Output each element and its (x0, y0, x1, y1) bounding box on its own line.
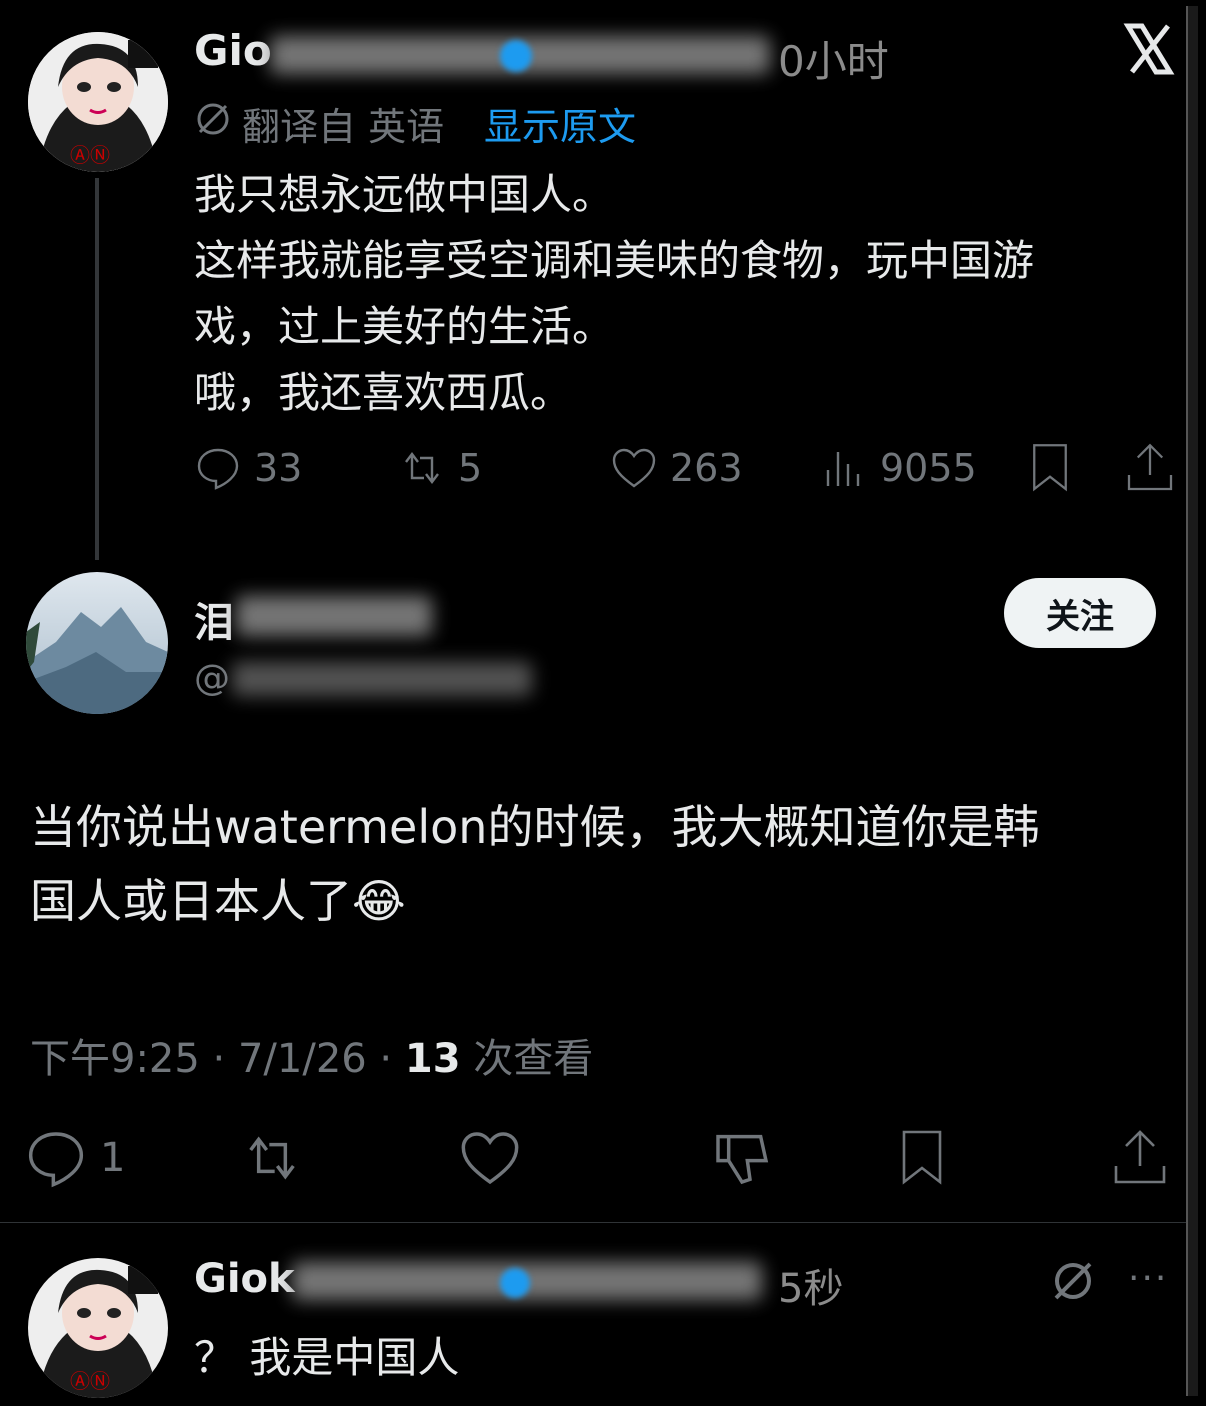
redacted-name (236, 596, 432, 636)
author-name[interactable]: Giok (194, 1256, 295, 1302)
follow-button[interactable]: 关注 (1004, 578, 1156, 648)
reply-icon (197, 448, 239, 490)
views-count: 9055 (880, 446, 977, 490)
avatar[interactable]: ⒶⓃ (28, 32, 168, 172)
repost-icon (249, 1136, 295, 1180)
reply-button[interactable]: 1 (24, 1126, 125, 1190)
post-time[interactable]: 0小时 (778, 28, 889, 89)
post-line: 当你说出watermelon的时候，我大概知道你是韩 (30, 800, 1040, 854)
share-button[interactable] (1122, 440, 1178, 500)
post-3: ⒶⓃ Giok 5秒 ··· ？ 我是中国人 (0, 1224, 1206, 1406)
translate-icon (194, 100, 232, 138)
post-line-text: 国人或日本人了 (30, 874, 352, 928)
like-icon (612, 448, 656, 488)
avatar[interactable]: ⒶⓃ (28, 1258, 168, 1398)
reply-count: 1 (100, 1135, 126, 1181)
x-logo-icon[interactable] (1122, 22, 1176, 76)
repost-icon (405, 452, 439, 484)
post-line: 戏，过上美好的生活。 (194, 302, 615, 351)
share-icon (1127, 443, 1173, 491)
post-time[interactable]: 5秒 (778, 1256, 843, 1314)
translated-from: 翻译自 英语 (242, 105, 445, 149)
post-2: 泪 @ 关注 当你说出watermelon的时候，我大概知道你是韩 国人或日本人… (0, 560, 1206, 1220)
dislike-icon (716, 1134, 769, 1185)
redacted-handle (232, 662, 532, 696)
repost-count: 5 (458, 446, 483, 490)
avatar-image: ⒶⓃ (28, 1258, 168, 1398)
reply-text: ？ 我是中国人 (194, 1333, 460, 1382)
reply-count: 33 (254, 446, 303, 490)
more-icon[interactable]: ··· (1128, 1258, 1168, 1299)
like-icon (461, 1132, 519, 1185)
author-name[interactable]: Gio (194, 26, 272, 75)
post-body: 当你说出watermelon的时候，我大概知道你是韩 国人或日本人了😂 (30, 790, 1180, 938)
thread-line (95, 178, 99, 560)
translate-icon[interactable] (1050, 1258, 1096, 1304)
show-original-link[interactable]: 显示原文 (484, 96, 636, 151)
avatar-image: ⒶⓃ (28, 32, 168, 172)
post-line: 哦，我还喜欢西瓜。 (194, 368, 573, 417)
follow-label: 关注 (1046, 596, 1114, 637)
views-icon (826, 452, 860, 486)
like-count: 263 (670, 446, 743, 490)
repost-button[interactable] (240, 1126, 304, 1194)
post-body: 我只想永远做中国人。 这样我就能享受空调和美味的食物，玩中国游 戏，过上美好的生… (194, 162, 1174, 426)
meta-view-label: 次查看 (460, 1036, 594, 1082)
reply-icon (28, 1132, 84, 1188)
verified-icon (500, 40, 532, 72)
meta-time[interactable]: 下午9:25 · 7/1/26 · (30, 1036, 405, 1082)
like-button[interactable]: 263 (610, 444, 743, 492)
bookmark-icon (1033, 444, 1067, 492)
repost-button[interactable]: 5 (398, 444, 482, 492)
post-1: ⒶⓃ Gio 0小时 翻译自 英语 显示原文 我只想永远做中国人。 这样我就能享… (0, 0, 1206, 1396)
author-handle[interactable]: @ (194, 658, 230, 699)
post-line: 我只想永远做中国人。 (194, 170, 615, 219)
svg-text:ⒶⓃ: ⒶⓃ (70, 1370, 110, 1393)
divider (0, 1222, 1186, 1223)
laughing-emoji: 😂 (352, 874, 406, 928)
bookmark-button[interactable] (890, 1126, 954, 1194)
svg-text:ⒶⓃ: ⒶⓃ (70, 144, 110, 167)
share-icon (1114, 1130, 1166, 1184)
avatar[interactable] (26, 572, 168, 714)
post-line: 国人或日本人了😂 (30, 864, 1180, 938)
dislike-button[interactable] (710, 1126, 774, 1194)
bookmark-icon (902, 1130, 942, 1185)
reply-button[interactable]: 33 (194, 444, 302, 492)
views-button[interactable]: 9055 (820, 444, 977, 492)
bookmark-button[interactable] (1022, 440, 1078, 500)
post-line: 这样我就能享受空调和美味的食物，玩中国游 (194, 236, 1035, 285)
author-name[interactable]: 泪 (194, 590, 234, 648)
meta-view-count: 13 (404, 1036, 461, 1082)
verified-icon (500, 1268, 530, 1298)
share-button[interactable] (1108, 1126, 1172, 1194)
like-button[interactable] (458, 1126, 522, 1194)
avatar-image (26, 572, 168, 714)
post-meta: 下午9:25 · 7/1/26 · 13 次查看 (30, 1026, 593, 1084)
